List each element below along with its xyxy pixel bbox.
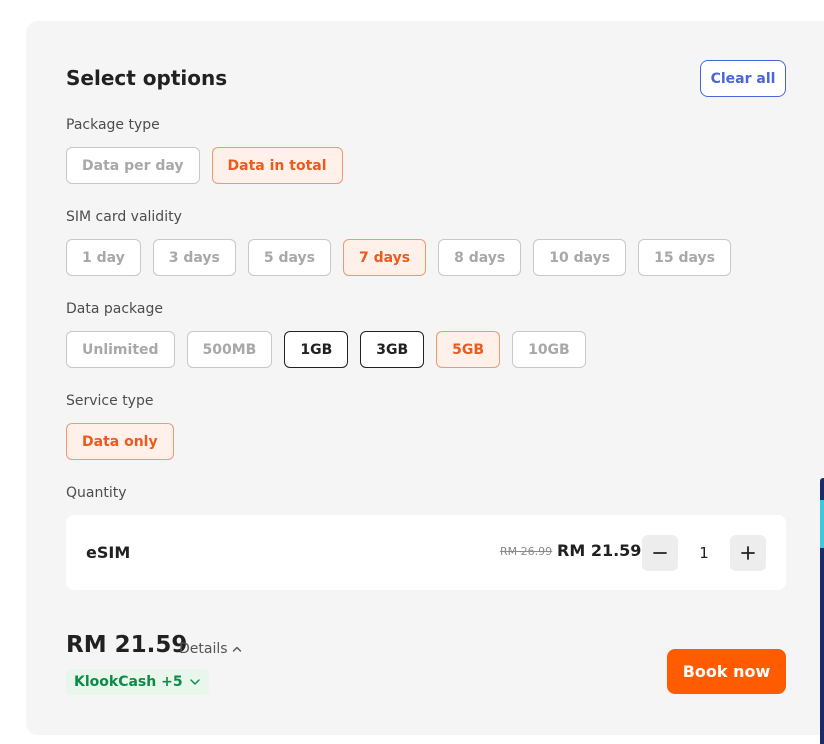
plus-icon [741,546,755,560]
data-package-option[interactable]: 1GB [284,331,349,368]
package-type-option[interactable]: Data in total [211,147,343,184]
data-package-option[interactable]: 3GB [360,331,425,368]
item-name: eSIM [86,543,131,562]
validity-option[interactable]: 8 days [438,239,522,276]
minus-icon [653,552,667,554]
quantity-label: Quantity [66,485,127,501]
data-package-option[interactable]: 5GB [436,331,501,368]
klookcash-badge[interactable]: KlookCash +5 [66,669,209,695]
sim-validity-options: 1 day 3 days 5 days 7 days 8 days 10 days 15 d… [66,239,731,276]
data-package-option[interactable]: 10GB [512,331,586,368]
package-type-option[interactable]: Data per day [66,147,200,184]
details-label: Details [179,641,228,657]
original-price: RM 26.99 [500,545,553,558]
data-package-option[interactable]: Unlimited [66,331,175,368]
validity-option[interactable]: 5 days [247,239,332,276]
validity-option[interactable]: 15 days [638,239,731,276]
klookcash-label: KlookCash +5 [74,674,183,690]
service-type-option[interactable]: Data only [66,423,174,460]
package-type-options: Data per day Data in total [66,147,343,184]
chevron-down-icon [189,679,200,685]
service-type-label: Service type [66,393,154,409]
data-package-options: Unlimited 500MB 1GB 3GB 5GB 10GB [66,331,586,368]
service-type-options: Data only [66,423,174,460]
data-package-label: Data package [66,301,163,317]
decrement-button[interactable] [642,535,678,571]
data-package-option[interactable]: 500MB [186,331,273,368]
package-type-label: Package type [66,117,160,133]
chevron-up-icon [232,646,241,652]
total-price: RM 21.59 [66,632,188,658]
validity-option[interactable]: 7 days [343,239,427,276]
validity-option[interactable]: 10 days [533,239,627,276]
quantity-card: eSIM RM 26.99 RM 21.59 1 [66,515,786,590]
details-toggle[interactable]: Details [179,641,242,657]
side-widget-accent [820,500,824,548]
item-price: RM 21.59 [557,541,642,560]
book-now-button[interactable]: Book now [667,649,786,694]
increment-button[interactable] [730,535,766,571]
clear-all-button[interactable]: Clear all [700,60,786,97]
quantity-value: 1 [699,544,709,562]
page-title: Select options [66,66,228,90]
validity-option[interactable]: 1 day [66,239,141,276]
validity-option[interactable]: 3 days [152,239,236,276]
sim-validity-label: SIM card validity [66,209,182,225]
